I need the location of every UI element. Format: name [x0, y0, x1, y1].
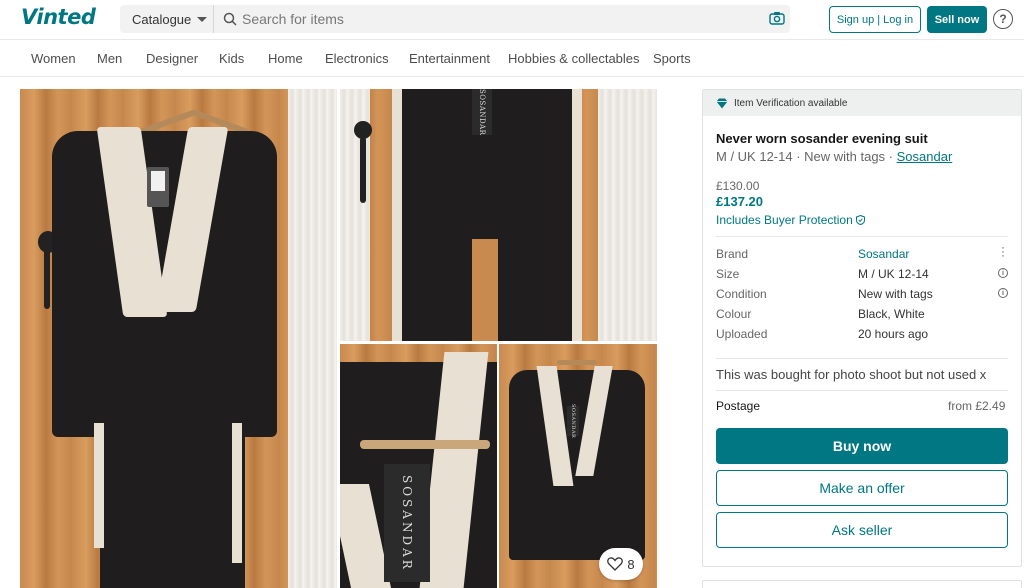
- verification-banner[interactable]: Item Verification available: [703, 90, 1021, 116]
- nav-item-electronics[interactable]: Electronics: [325, 51, 389, 66]
- attr-label-colour: Colour: [716, 307, 752, 321]
- attr-value-size: M / UK 12-14: [858, 267, 929, 281]
- nav-item-designer[interactable]: Designer: [146, 51, 198, 66]
- more-options-icon[interactable]: · · ·: [1001, 241, 1005, 261]
- attr-label-brand: Brand: [716, 247, 749, 261]
- brand-tag-jacket: SOSANDAR: [570, 403, 576, 439]
- shield-icon: [855, 215, 865, 225]
- ask-seller-button[interactable]: Ask seller: [716, 512, 1008, 548]
- item-photo-trousers[interactable]: SOSANDAR: [340, 89, 657, 341]
- attr-value-colour: Black, White: [858, 307, 925, 321]
- make-offer-button[interactable]: Make an offer: [716, 470, 1008, 506]
- diamond-icon: [716, 98, 728, 108]
- item-price: £130.00: [716, 179, 760, 193]
- vinted-logo[interactable]: Vinted: [21, 5, 96, 29]
- buy-now-button[interactable]: Buy now: [716, 428, 1008, 464]
- nav-item-women[interactable]: Women: [31, 51, 76, 66]
- sell-now-button[interactable]: Sell now: [927, 6, 987, 33]
- nav-item-hobbies[interactable]: Hobbies & collectables: [508, 51, 640, 66]
- brand-tag-large: SOSANDAR: [400, 474, 414, 572]
- attr-value-uploaded: 20 hours ago: [858, 327, 929, 341]
- item-photo-main[interactable]: [20, 89, 337, 588]
- size-info-icon[interactable]: i: [998, 268, 1008, 278]
- brand-tag-small: SOSANDAR: [478, 89, 486, 136]
- buyer-protection-link[interactable]: Includes Buyer Protection: [716, 213, 865, 227]
- attr-label-condition: Condition: [716, 287, 767, 301]
- divider: [716, 236, 1008, 237]
- attr-label-size: Size: [716, 267, 740, 281]
- heart-icon: [607, 557, 624, 571]
- condition-info-icon[interactable]: i: [998, 288, 1008, 298]
- search-input[interactable]: [242, 9, 762, 29]
- catalogue-label: Catalogue: [132, 11, 192, 27]
- attr-label-uploaded: Uploaded: [716, 327, 768, 341]
- brand-link[interactable]: Sosandar: [897, 149, 953, 164]
- nav-item-men[interactable]: Men: [97, 51, 122, 66]
- item-total-price[interactable]: £137.20: [716, 194, 763, 209]
- signup-login-button[interactable]: Sign up | Log in: [829, 6, 921, 33]
- item-description: This was bought for photo shoot but not …: [716, 367, 987, 382]
- item-photo-tag[interactable]: SOSANDAR: [340, 344, 497, 588]
- attr-value-brand[interactable]: Sosandar: [858, 247, 909, 261]
- verification-label: Item Verification available: [734, 97, 848, 109]
- item-summary: M / UK 12-14 · New with tags · Sosandar: [716, 149, 952, 164]
- search-icon: [223, 12, 237, 26]
- nav-item-kids[interactable]: Kids: [219, 51, 244, 66]
- item-title: Never worn sosander evening suit: [716, 131, 928, 146]
- postage-value: from £2.49: [948, 399, 1006, 413]
- favourite-count: 8: [627, 556, 635, 572]
- catalogue-dropdown[interactable]: Catalogue: [120, 5, 214, 33]
- divider: [716, 358, 1008, 359]
- chevron-down-icon: [197, 16, 208, 22]
- help-icon[interactable]: ?: [993, 9, 1013, 29]
- seller-panel: [702, 580, 1022, 588]
- item-details-panel: Item Verification available Never worn s…: [702, 89, 1022, 567]
- nav-item-home[interactable]: Home: [268, 51, 303, 66]
- camera-search-icon[interactable]: [769, 11, 785, 26]
- nav-item-entertainment[interactable]: Entertainment: [409, 51, 490, 66]
- divider: [716, 390, 1008, 391]
- postage-label: Postage: [716, 399, 761, 413]
- search-bar: Catalogue: [120, 5, 790, 33]
- favourite-button[interactable]: 8: [599, 548, 643, 580]
- category-nav: Women Men Designer Kids Home Electronics…: [0, 41, 1024, 77]
- top-header: Vinted Catalogue Sign up | Log in Sell n…: [0, 0, 1024, 40]
- attr-value-condition: New with tags: [858, 287, 933, 301]
- nav-item-sports[interactable]: Sports: [653, 51, 691, 66]
- buyer-protection-label: Includes Buyer Protection: [716, 213, 853, 227]
- item-summary-text: M / UK 12-14 · New with tags ·: [716, 149, 897, 164]
